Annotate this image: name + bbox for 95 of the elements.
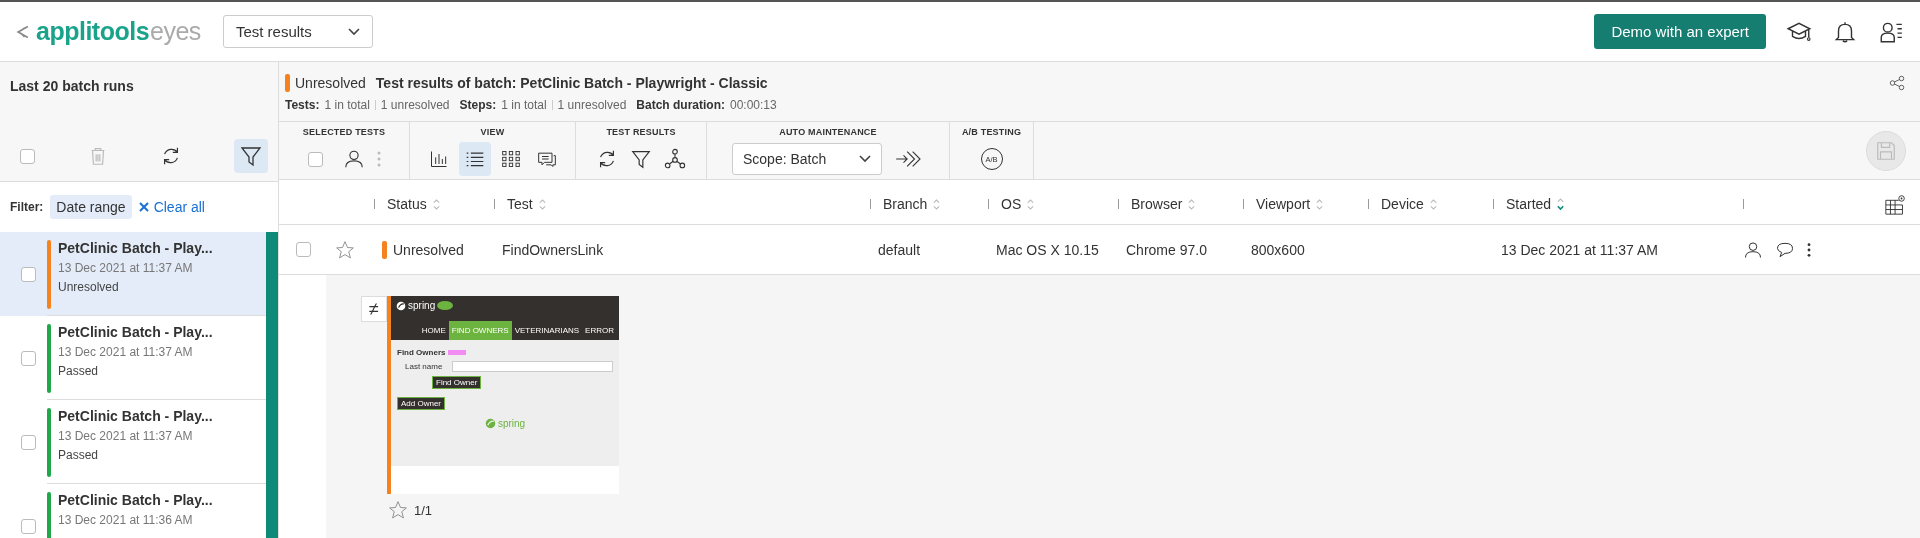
section-title: VIEW: [480, 127, 505, 137]
save-icon: [1875, 139, 1897, 162]
batch-title: Test results of batch: PetClinic Batch - Playwright - Classic: [375, 75, 768, 91]
last-name-field[interactable]: [452, 361, 613, 372]
diff-toggle-button[interactable]: ≠: [361, 296, 387, 322]
close-icon: [138, 202, 149, 212]
site-logo-text: spring: [408, 300, 436, 311]
star-icon[interactable]: [388, 500, 408, 520]
stat-value: 1 in total: [324, 98, 370, 112]
star-icon[interactable]: [335, 239, 355, 260]
branches-icon[interactable]: [664, 148, 686, 170]
leaf-icon: [437, 301, 454, 310]
batch-list-item[interactable]: PetClinic Batch - Play... 13 Dec 2021 at 11:37 AM Unresolved: [0, 232, 266, 316]
stat-label: Tests:: [285, 98, 320, 112]
step-counter: 1/1: [414, 502, 433, 518]
batch-status: Passed: [58, 448, 100, 462]
select-tests-checkbox[interactable]: [307, 151, 323, 167]
select-all-checkbox[interactable]: [20, 148, 35, 164]
more-icon[interactable]: [1807, 241, 1811, 258]
clear-all-link[interactable]: Clear all: [138, 199, 205, 215]
filter-label: Filter:: [10, 200, 44, 214]
bar-chart-icon: [428, 149, 449, 169]
field-label: Last name: [405, 362, 443, 371]
page-heading: Find Owners: [397, 348, 446, 357]
batch-status: Unresolved: [58, 280, 120, 294]
add-owner-button[interactable]: Add Owner: [397, 397, 446, 410]
batch-date: 13 Dec 2021 at 11:36 AM: [58, 513, 194, 527]
table-cell: Unresolved: [393, 241, 464, 258]
batch-title: PetClinic Batch - Play...: [58, 240, 213, 256]
list-view-button[interactable]: [458, 142, 491, 176]
section-title: SELECTED TESTS: [302, 127, 386, 137]
batch-date: 13 Dec 2021 at 11:37 AM: [58, 429, 194, 443]
site-nav-item[interactable]: HOME: [418, 321, 449, 340]
footer-logo-text: spring: [497, 418, 526, 429]
stat-value: 1 unresolved: [380, 98, 450, 112]
batch-date: 13 Dec 2021 at 11:37 AM: [58, 345, 194, 359]
batch-checkbox[interactable]: [21, 518, 36, 534]
batch-title: PetClinic Batch - Play...: [58, 324, 213, 340]
stat-value: 00:00:13: [730, 98, 777, 112]
chevron-down-icon: [347, 27, 360, 36]
section-title: A/B TESTING: [961, 127, 1022, 137]
table-cell: FindOwnersLink: [502, 241, 604, 258]
column-header[interactable]: Viewport: [1256, 196, 1311, 212]
filter-icon[interactable]: [630, 148, 652, 170]
share-icon[interactable]: [1888, 74, 1906, 92]
row-checkbox[interactable]: [296, 242, 311, 257]
leaf-logo-icon: [396, 300, 406, 311]
stat-value: 1 unresolved: [557, 98, 627, 112]
column-header[interactable]: Status: [387, 196, 427, 212]
sidebar-title: Last 20 batch runs: [10, 78, 135, 94]
stat-label: Steps:: [459, 98, 497, 112]
filter-chip[interactable]: Date range: [50, 195, 132, 219]
column-header[interactable]: OS: [1001, 196, 1022, 212]
user-icon[interactable]: [342, 148, 365, 170]
column-header[interactable]: Branch: [883, 196, 928, 212]
find-owner-button[interactable]: Find Owner: [432, 376, 482, 389]
batch-checkbox[interactable]: [21, 350, 36, 366]
table-cell: Chrome 97.0: [1126, 241, 1207, 258]
user-icon[interactable]: [1743, 239, 1763, 260]
filter-button[interactable]: [233, 139, 268, 173]
batch-status: Unresolved: [295, 75, 366, 91]
table-cell: Mac OS X 10.15: [996, 241, 1099, 258]
column-header[interactable]: Test: [507, 196, 533, 212]
section-title: TEST RESULTS: [606, 127, 676, 137]
chevron-down-icon: [859, 155, 871, 163]
view-dropdown[interactable]: Test results: [222, 15, 373, 48]
logo-icon: [15, 23, 31, 40]
batch-checkbox[interactable]: [21, 434, 36, 450]
site-nav-item[interactable]: VETERINARIANS: [511, 321, 583, 340]
scope-dropdown[interactable]: Scope: Batch: [732, 143, 882, 175]
sort-descending-icon[interactable]: [1556, 197, 1566, 211]
table-cell: default: [878, 241, 921, 258]
diff-highlight: [448, 350, 467, 355]
batch-date: 13 Dec 2021 at 11:37 AM: [58, 261, 194, 275]
grid-icon: [500, 149, 521, 169]
batch-checkbox[interactable]: [21, 266, 36, 282]
column-header[interactable]: Started: [1506, 196, 1552, 212]
filter-icon: [238, 144, 263, 168]
demo-button[interactable]: Demo with an expert: [1594, 14, 1766, 49]
column-header[interactable]: Device: [1381, 196, 1424, 212]
logo-product-text: eyes: [150, 17, 201, 46]
screenshot-thumbnail[interactable]: spring HOME FIND OWNERS VETERINARIANS ERROR Find Owners Last name Find Owner Add Owner spring: [387, 296, 619, 494]
batch-status: Passed: [58, 364, 100, 378]
leaf-logo-icon: [484, 418, 496, 429]
section-title: AUTO MAINTENANCE: [779, 127, 877, 137]
stat-label: Batch duration:: [636, 98, 725, 112]
table-cell: 13 Dec 2021 at 11:37 AM: [1501, 241, 1658, 258]
column-settings-icon[interactable]: [1884, 192, 1908, 216]
site-nav-item[interactable]: ERROR: [582, 321, 617, 340]
column-header[interactable]: Browser: [1131, 196, 1183, 212]
batch-title: PetClinic Batch - Play...: [58, 408, 213, 424]
table-cell: 800x600: [1251, 241, 1305, 258]
batch-title: PetClinic Batch - Play...: [58, 492, 213, 508]
logo-text: applitools: [36, 17, 150, 46]
stat-value: 1 in total: [501, 98, 547, 112]
